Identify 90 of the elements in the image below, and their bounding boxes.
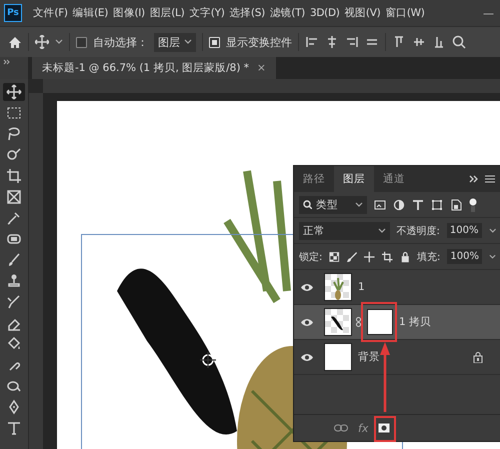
menu-item[interactable]: 窗口(W) (385, 6, 424, 20)
align-icon[interactable] (392, 35, 406, 49)
lasso-tool-icon (6, 126, 22, 142)
search-icon[interactable] (452, 35, 466, 49)
crop-tool-icon (6, 168, 22, 184)
eye-icon[interactable] (300, 352, 314, 362)
brush-lock-icon[interactable] (346, 250, 358, 262)
type-tool-icon (6, 420, 22, 436)
panel-tab[interactable]: 通道 (374, 166, 414, 192)
crosshair-icon (200, 352, 216, 368)
caret-icon[interactable] (55, 39, 63, 45)
fx-button[interactable]: fx (358, 422, 368, 434)
close-button[interactable]: × (257, 62, 266, 74)
layer-name: 1 (358, 281, 365, 293)
history-tool-icon (6, 294, 22, 310)
menu-icon[interactable] (485, 175, 495, 183)
annotation-box (361, 302, 397, 342)
eyedropper-tool-icon (6, 210, 22, 226)
menu-item[interactable]: 滤镜(T) (270, 6, 305, 20)
image-filter-icon[interactable] (374, 198, 386, 210)
marquee-tool-icon (6, 105, 22, 121)
tool-button[interactable] (3, 83, 25, 101)
align-icon[interactable] (325, 35, 339, 49)
stamp-tool-icon (6, 273, 22, 289)
menu-item[interactable]: 视图(V) (344, 6, 380, 20)
layer-thumbnail (324, 273, 352, 301)
menu-item[interactable]: 选择(S) (230, 6, 265, 20)
annotation-box (374, 416, 396, 442)
menu-item[interactable]: 编辑(E) (72, 6, 108, 20)
minimize-button[interactable]: — (477, 6, 500, 20)
document-tab[interactable]: 未标题-1 @ 66.7% (1 拷贝, 图层蒙版/8) * × (32, 57, 276, 79)
align-icon[interactable] (412, 35, 426, 49)
layer-thumbnail (324, 343, 352, 371)
layer-row[interactable]: 1 拷贝 (294, 305, 500, 340)
link-icon[interactable] (334, 424, 348, 432)
caret-icon (184, 39, 192, 45)
caret-icon[interactable] (489, 254, 496, 260)
lock-icon[interactable] (400, 250, 410, 262)
auto-select-label: 自动选择： (93, 34, 148, 50)
panel-tab[interactable]: 图层 (334, 166, 374, 192)
frame-tool-icon (6, 189, 22, 205)
blend-mode-dropdown[interactable]: 正常 (299, 222, 390, 240)
move-tool-icon (6, 84, 22, 100)
filter-dropdown[interactable]: 类型 (299, 196, 367, 214)
brush-tool-icon (6, 252, 22, 268)
smart-object-filter-icon[interactable] (450, 198, 462, 210)
app-logo[interactable]: Ps (4, 4, 22, 22)
checkbox[interactable] (76, 36, 87, 48)
fill-label: 填充: (417, 250, 440, 264)
align-icon[interactable] (345, 35, 359, 49)
eye-icon[interactable] (300, 282, 314, 292)
menu-item[interactable]: 文件(F) (33, 6, 68, 20)
expand-icon[interactable] (469, 175, 479, 183)
fill-field[interactable]: 100% (447, 249, 482, 264)
menu-item[interactable]: 图层(L) (150, 6, 184, 20)
align-icon[interactable] (305, 35, 319, 49)
home-icon[interactable] (8, 36, 22, 48)
panel-tab[interactable]: 路径 (294, 166, 334, 192)
adjustment-filter-icon[interactable] (393, 198, 405, 210)
expand-icon[interactable] (3, 59, 11, 65)
layer-dropdown[interactable]: 图层 (154, 32, 196, 52)
opacity-field[interactable]: 100% (446, 223, 482, 238)
checker-lock-icon[interactable] (329, 250, 340, 262)
caret-icon[interactable] (488, 228, 496, 234)
move-icon[interactable] (35, 35, 49, 49)
caret-icon (378, 228, 386, 234)
search-icon (303, 200, 312, 209)
layer-name: 1 拷贝 (399, 315, 432, 329)
chain-link-icon[interactable] (356, 317, 361, 327)
menu-item[interactable]: 3D(D) (310, 7, 340, 19)
layer-mask-thumbnail[interactable] (367, 309, 393, 335)
type-filter-icon[interactable] (412, 198, 424, 210)
caret-icon (355, 202, 363, 208)
bucket-tool-icon (6, 336, 22, 352)
opacity-label: 不透明度: (396, 224, 440, 238)
lock-label: 锁定: (299, 250, 322, 264)
add-mask-icon[interactable] (378, 423, 390, 433)
layer-thumbnail (324, 308, 352, 336)
layer-row[interactable]: 背景 (294, 340, 500, 375)
artboard-lock-icon[interactable] (382, 250, 392, 262)
menu-item[interactable]: 文字(Y) (189, 6, 225, 20)
eye-icon[interactable] (300, 318, 314, 326)
show-transform-label: 显示变换控件 (226, 34, 292, 50)
layer-name: 背景 (358, 350, 380, 364)
filter-toggle-icon[interactable] (469, 198, 477, 212)
align-icon[interactable] (432, 35, 446, 49)
shape-filter-icon[interactable] (431, 198, 443, 210)
annotation-arrow (380, 342, 390, 412)
menu-item[interactable]: 图像(I) (113, 6, 145, 20)
move-lock-icon[interactable] (364, 250, 375, 262)
